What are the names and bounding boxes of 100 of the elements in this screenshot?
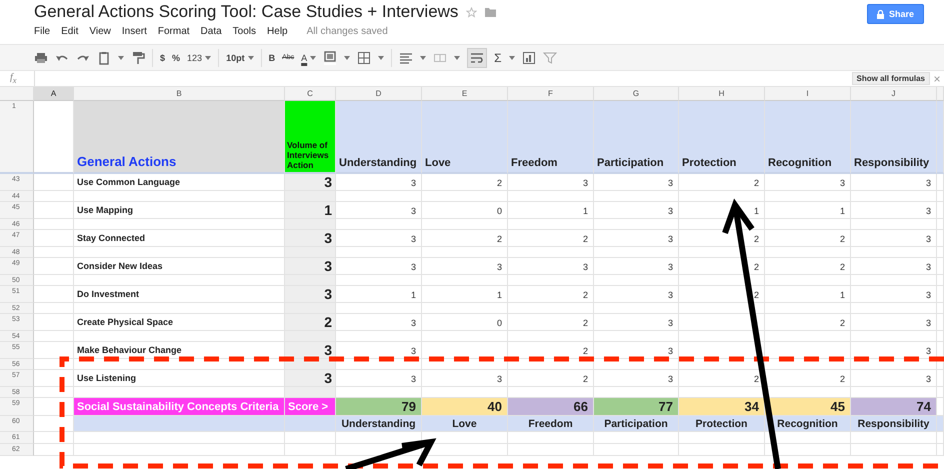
caret-icon[interactable]: [248, 56, 254, 60]
toolbar-button[interactable]: B: [268, 52, 276, 62]
table-cell: [34, 174, 74, 191]
column-header[interactable]: A: [34, 87, 74, 101]
table-cell: 3: [851, 258, 937, 275]
table-cell: 3: [594, 258, 679, 275]
wrap-text-icon[interactable]: [470, 50, 484, 64]
filter-icon[interactable]: [542, 50, 557, 64]
table-cell: [34, 258, 74, 275]
caret-icon[interactable]: [344, 56, 350, 60]
table-cell: Social Sustainability Concepts Criteria: [74, 398, 285, 416]
clipboard-icon[interactable]: [97, 50, 111, 64]
caret-icon[interactable]: [454, 56, 460, 60]
caret-icon[interactable]: [118, 56, 124, 60]
header-cell: Freedom: [508, 101, 594, 174]
table-cell: 1: [336, 286, 422, 303]
table-cell: 2: [508, 342, 594, 359]
table-cell: [34, 416, 74, 432]
column-header[interactable]: I: [765, 87, 851, 101]
table-cell: [285, 331, 336, 342]
table-cell: [285, 432, 336, 444]
table-cell: 2: [765, 370, 851, 387]
menu-item[interactable]: Data: [200, 26, 222, 37]
table-cell: [34, 303, 74, 314]
table-cell: Create Physical Space: [74, 314, 285, 331]
score-cell: 77: [594, 398, 679, 416]
table-cell: [34, 387, 74, 398]
score-cell: 34: [679, 398, 765, 416]
chart-icon[interactable]: [522, 50, 536, 64]
toolbar-button[interactable]: Σ: [494, 50, 502, 64]
fill-color-icon[interactable]: [323, 50, 338, 64]
menu-item[interactable]: File: [34, 26, 50, 37]
toolbar-button[interactable]: 123: [187, 52, 202, 62]
caret-icon[interactable]: [310, 56, 316, 60]
toolbar-button[interactable]: %: [172, 52, 180, 62]
column-header[interactable]: B: [74, 87, 285, 101]
column-header[interactable]: H: [679, 87, 765, 101]
menu-item[interactable]: Tools: [232, 26, 256, 37]
header-cell: Recognition: [765, 101, 851, 174]
print-icon[interactable]: [34, 50, 48, 64]
table-cell: [34, 359, 74, 370]
paint-format-icon[interactable]: [131, 50, 145, 64]
menu-item[interactable]: Help: [267, 26, 288, 37]
star-icon[interactable]: [466, 6, 478, 18]
column-header[interactable]: D: [336, 87, 422, 101]
table-cell: Understanding: [336, 416, 422, 432]
caret-icon[interactable]: [420, 56, 426, 60]
folder-icon[interactable]: [485, 8, 496, 16]
table-cell: [34, 191, 74, 202]
table-cell: 3: [594, 342, 679, 359]
column-header[interactable]: E: [422, 87, 508, 101]
menu-item[interactable]: Edit: [61, 26, 78, 37]
caret-icon[interactable]: [205, 56, 212, 60]
table-cell: 0: [422, 202, 508, 219]
table-cell: 3: [336, 230, 422, 247]
table-cell: 2: [679, 174, 765, 191]
align-icon[interactable]: [399, 50, 414, 64]
table-cell: [285, 416, 336, 432]
borders-icon[interactable]: [357, 50, 372, 64]
toolbar-button[interactable]: $: [160, 52, 166, 62]
table-cell: 1: [508, 202, 594, 219]
table-cell: 2: [765, 230, 851, 247]
table-cell: 3: [285, 370, 336, 387]
table-cell: 3: [422, 370, 508, 387]
table-cell: 3: [851, 230, 937, 247]
table-cell: 1: [765, 202, 851, 219]
show-formulas-button[interactable]: Show all formulas: [852, 72, 930, 85]
column-header[interactable]: F: [508, 87, 594, 101]
table-cell: [34, 275, 74, 286]
menu-item[interactable]: Format: [158, 26, 190, 37]
caret-icon[interactable]: [508, 56, 515, 60]
table-cell: 3: [594, 370, 679, 387]
table-cell: 3: [594, 286, 679, 303]
table-cell: [34, 230, 74, 247]
table-cell: 3: [285, 230, 336, 247]
table-cell: 2: [765, 314, 851, 331]
table-cell: Participation: [594, 416, 679, 432]
table-cell: 2: [679, 230, 765, 247]
table-cell: 2: [422, 174, 508, 191]
table-cell: Freedom: [508, 416, 594, 432]
table-cell: [34, 342, 74, 359]
menu-item[interactable]: View: [89, 26, 111, 37]
table-cell: [285, 191, 336, 202]
table-cell: Responsibility: [851, 416, 937, 432]
column-header[interactable]: J: [851, 87, 937, 101]
caret-icon[interactable]: [378, 56, 384, 60]
table-cell: 3: [765, 174, 851, 191]
column-header[interactable]: C: [285, 87, 336, 101]
document-title: General Actions Scoring Tool: Case Studies + Interviews: [34, 2, 458, 22]
table-cell: [285, 219, 336, 230]
table-cell: 2: [508, 370, 594, 387]
header-cell: Participation: [594, 101, 679, 174]
column-header[interactable]: G: [594, 87, 679, 101]
table-cell: 3: [336, 370, 422, 387]
menu-item[interactable]: Insert: [122, 26, 147, 37]
table-cell: 3: [336, 314, 422, 331]
toolbar-button[interactable]: 10pt: [226, 52, 245, 62]
toolbar-button[interactable]: A: [301, 52, 308, 62]
table-cell: 3: [285, 342, 336, 359]
table-cell: 2: [285, 314, 336, 331]
